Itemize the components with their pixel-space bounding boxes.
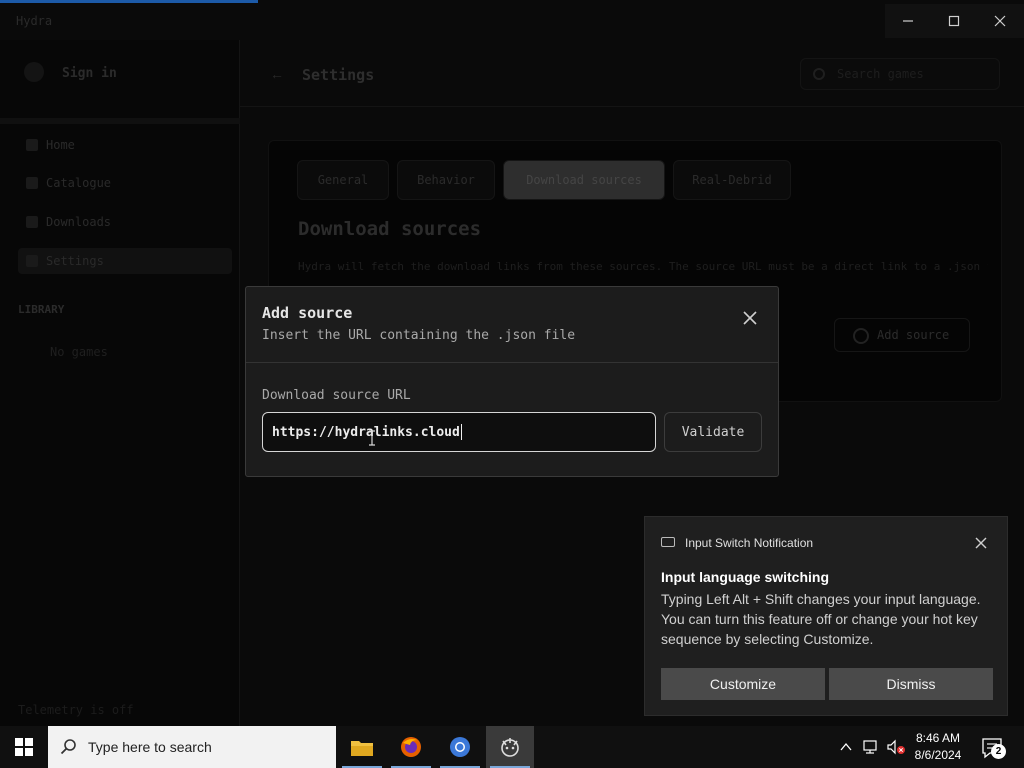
sidebar-item-label: Catalogue xyxy=(46,176,112,190)
input-switch-notification: Input Switch Notification Input language… xyxy=(644,516,1008,716)
tab-general[interactable]: General xyxy=(297,160,389,200)
text-caret xyxy=(460,424,462,440)
windows-logo-icon xyxy=(15,738,33,756)
catalogue-icon xyxy=(26,177,38,189)
sidebar-item-label: Settings xyxy=(46,254,104,268)
firefox-button[interactable] xyxy=(387,726,435,768)
avatar[interactable] xyxy=(24,62,44,82)
notification-app-name: Input Switch Notification xyxy=(685,536,814,550)
sidebar-item-catalogue[interactable]: Catalogue xyxy=(18,170,232,196)
dismiss-button[interactable]: Dismiss xyxy=(829,668,993,700)
add-source-modal: Add source Insert the URL containing the… xyxy=(245,286,779,477)
sidebar-item-label: Downloads xyxy=(46,215,112,229)
back-arrow-icon[interactable]: ← xyxy=(270,66,284,82)
sidebar-item-home[interactable]: Home xyxy=(18,132,232,158)
file-explorer-button[interactable] xyxy=(338,726,386,768)
hydra-icon xyxy=(501,738,519,757)
search-icon xyxy=(813,68,825,80)
notification-body: Typing Left Alt + Shift changes your inp… xyxy=(661,591,981,647)
start-button[interactable] xyxy=(0,726,48,768)
volume-muted-icon[interactable] xyxy=(886,739,906,755)
loading-bar xyxy=(0,0,258,3)
app-title: Hydra xyxy=(16,14,53,28)
tab-behavior[interactable]: Behavior xyxy=(397,160,495,200)
customize-button[interactable]: Customize xyxy=(661,668,825,700)
notification-heading: Input language switching xyxy=(661,569,829,585)
download-icon xyxy=(26,216,38,228)
minimize-icon xyxy=(903,20,913,22)
tab-real-debrid[interactable]: Real-Debrid xyxy=(673,160,791,200)
maximize-icon xyxy=(948,15,960,27)
search-input[interactable]: Search games xyxy=(800,58,1000,90)
clock-time[interactable]: 8:46 AM xyxy=(910,731,966,745)
validate-button[interactable]: Validate xyxy=(664,412,762,452)
modal-close-button[interactable] xyxy=(736,304,764,332)
add-source-label: Add source xyxy=(877,328,950,342)
add-source-button[interactable]: Add source xyxy=(834,318,970,352)
chrome-icon xyxy=(450,737,470,757)
close-icon xyxy=(743,311,757,325)
tab-download-sources[interactable]: Download sources xyxy=(503,160,665,200)
close-icon xyxy=(975,537,987,549)
close-icon xyxy=(994,15,1006,27)
network-icon[interactable] xyxy=(862,739,880,755)
taskbar-search-placeholder: Type here to search xyxy=(88,739,212,755)
sidebar-item-settings[interactable]: Settings xyxy=(18,248,232,274)
sidebar-item-downloads[interactable]: Downloads xyxy=(18,209,232,235)
firefox-icon xyxy=(401,737,421,757)
notification-close-button[interactable] xyxy=(971,533,991,553)
search-icon xyxy=(60,739,76,755)
url-input[interactable]: https://hydralinks.cloud xyxy=(262,412,656,452)
chrome-button[interactable] xyxy=(436,726,484,768)
notification-count-badge: 2 xyxy=(991,744,1006,759)
sign-in-link[interactable]: Sign in xyxy=(62,66,117,81)
modal-subtitle: Insert the URL containing the .json file xyxy=(262,328,576,343)
home-icon xyxy=(26,139,38,151)
modal-divider xyxy=(246,362,778,363)
close-window-button[interactable] xyxy=(977,4,1023,38)
sidebar-separator xyxy=(0,118,240,124)
taskbar: Type here to search 8:46 AM 8/6/2024 2 xyxy=(0,726,1024,768)
sidebar-footer: Telemetry is off xyxy=(18,703,134,717)
library-empty-text: No games xyxy=(50,345,108,359)
plus-circle-icon xyxy=(853,328,869,344)
hydra-button[interactable] xyxy=(486,726,534,768)
minimize-button[interactable] xyxy=(885,4,931,38)
section-description: Hydra will fetch the download links from… xyxy=(298,260,988,273)
clock-date[interactable]: 8/6/2024 xyxy=(910,748,966,762)
url-input-value: https://hydralinks.cloud xyxy=(272,424,460,440)
section-title: Download sources xyxy=(298,218,482,240)
modal-title: Add source xyxy=(262,304,353,322)
maximize-button[interactable] xyxy=(931,4,977,38)
ibeam-cursor-icon xyxy=(369,430,375,446)
taskbar-search-input[interactable]: Type here to search xyxy=(48,726,336,768)
chevron-up-icon[interactable] xyxy=(838,739,854,755)
search-placeholder: Search games xyxy=(837,67,924,81)
folder-icon xyxy=(351,741,373,756)
library-heading: LIBRARY xyxy=(18,303,65,316)
keyboard-icon xyxy=(661,537,675,547)
gear-icon xyxy=(26,255,38,267)
header-separator xyxy=(240,106,1024,107)
page-title: Settings xyxy=(302,66,375,84)
url-field-label: Download source URL xyxy=(262,388,411,403)
sidebar-item-label: Home xyxy=(46,138,75,152)
